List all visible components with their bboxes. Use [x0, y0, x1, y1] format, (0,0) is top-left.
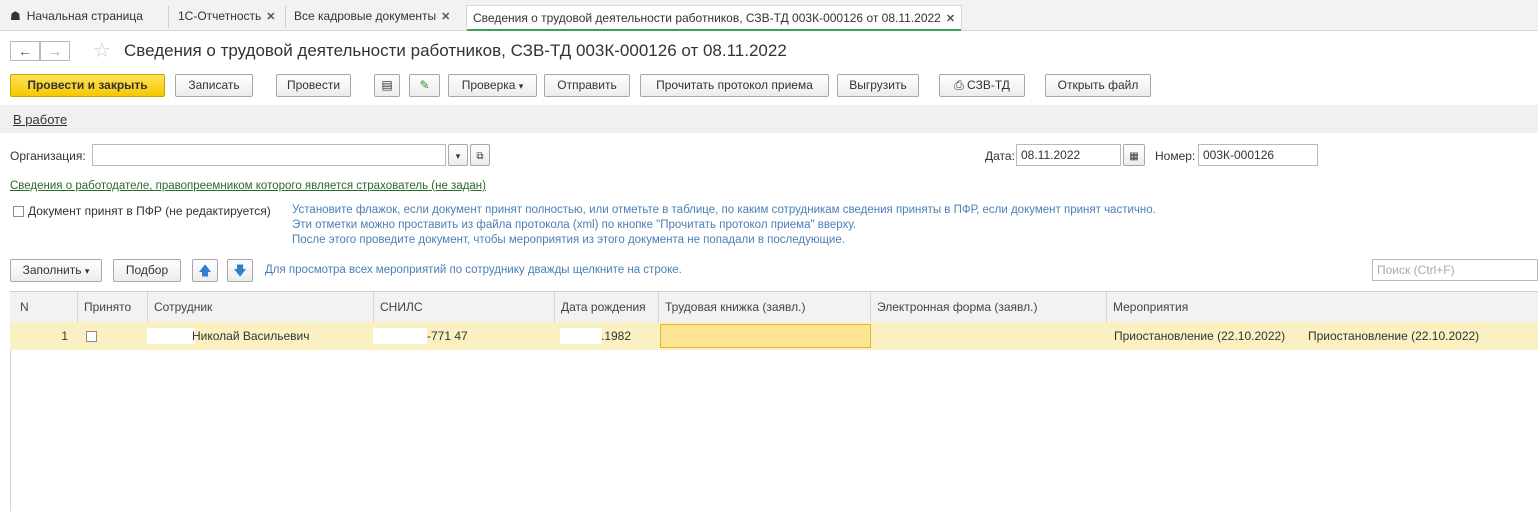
close-icon[interactable]: ✕ [946, 13, 955, 25]
printer-icon: ⎙ [954, 78, 964, 92]
check-dropdown-button[interactable]: Проверка ▾ [448, 74, 537, 97]
move-down-button[interactable]: 🡇 [227, 259, 253, 282]
table-row[interactable]: 1 Николай Васильевич -771 47 .1982 Приос… [10, 322, 1538, 350]
accepted-in-pfr-checkbox[interactable] [13, 206, 24, 217]
organization-label: Организация: [10, 149, 86, 163]
table-hint: Для просмотра всех мероприятий по сотруд… [265, 264, 682, 276]
column-header-employee[interactable]: Сотрудник [148, 292, 374, 322]
organization-dropdown-button[interactable]: ▾ [448, 144, 468, 166]
redacted-birth-date [560, 328, 602, 344]
column-header-accepted[interactable]: Принято [78, 292, 148, 322]
move-up-button[interactable]: 🡅 [192, 259, 218, 282]
row-accepted-checkbox[interactable] [86, 331, 97, 342]
employer-info-link[interactable]: Сведения о работодателе, правопреемником… [10, 180, 486, 192]
edit-button[interactable]: ✎ [409, 74, 440, 97]
arrow-down-icon: 🡇 [233, 263, 247, 278]
column-header-work-book[interactable]: Трудовая книжка (заявл.) [659, 292, 871, 322]
tab-home[interactable]: ☗ Начальная страница [10, 6, 143, 26]
hint-line-1: Установите флажок, если документ принят … [292, 204, 1156, 216]
organization-input[interactable] [92, 144, 446, 166]
column-header-electronic-form[interactable]: Электронная форма (заявл.) [871, 292, 1107, 322]
close-icon[interactable]: ✕ [266, 11, 275, 23]
chevron-down-icon: ▾ [518, 81, 524, 91]
snils-value: -771 47 [427, 329, 468, 343]
hint-line-2: Эти отметки можно проставить из файла пр… [292, 219, 857, 231]
arrow-up-icon: 🡅 [198, 263, 212, 278]
redacted-snils [373, 328, 427, 344]
print-szv-td-button[interactable]: ⎙ СЗВ-ТД [939, 74, 1025, 97]
electronic-form-cell[interactable] [871, 322, 1107, 350]
post-and-close-button[interactable]: Провести и закрыть [10, 74, 165, 97]
search-input[interactable]: Поиск (Ctrl+F) [1372, 259, 1538, 281]
accepted-in-pfr-label: Документ принят в ПФР (не редактируется) [28, 204, 271, 218]
column-header-birth-date[interactable]: Дата рождения [555, 292, 659, 322]
forward-button[interactable]: → [40, 41, 70, 61]
save-button[interactable]: Записать [175, 74, 253, 97]
arrow-left-icon: ← [18, 43, 32, 59]
redacted-surname [147, 328, 195, 344]
fill-dropdown-button[interactable]: Заполнить ▾ [10, 259, 102, 282]
tab-all-hr-documents[interactable]: Все кадровые документы ✕ [294, 6, 450, 26]
chevron-down-icon: ▾ [84, 266, 90, 276]
tab-divider [285, 6, 286, 28]
birth-date-value: .1982 [601, 329, 632, 343]
table-body [10, 350, 1538, 511]
hint-line-3: После этого проведите документ, чтобы ме… [292, 234, 845, 246]
calendar-button[interactable]: ▦ [1123, 144, 1145, 166]
event-value: Приостановление (22.10.2022) [1308, 329, 1480, 343]
tab-divider [168, 6, 169, 28]
page-title: Сведения о трудовой деятельности работни… [124, 41, 787, 60]
row-number: 1 [61, 329, 68, 343]
send-button[interactable]: Отправить [544, 74, 630, 97]
active-tab-indicator [467, 29, 962, 31]
work-book-cell[interactable] [660, 324, 871, 348]
open-link-icon: ⧉ [476, 151, 484, 162]
read-protocol-button[interactable]: Прочитать протокол приема [640, 74, 829, 97]
tab-bar: ☗ Начальная страница 1С-Отчетность ✕ Все к… [0, 0, 1538, 31]
close-icon[interactable]: ✕ [441, 11, 450, 23]
event-value: Приостановление (22.10.2022) [1114, 329, 1286, 343]
table-header: N Принято Сотрудник СНИЛС Дата рождения … [10, 291, 1538, 323]
number-input[interactable]: 003К-000126 [1198, 144, 1318, 166]
list-button[interactable]: ▤ [374, 74, 400, 97]
home-icon: ☗ [10, 9, 21, 23]
export-button[interactable]: Выгрузить [837, 74, 919, 97]
back-button[interactable]: ← [10, 41, 40, 61]
number-label: Номер: [1155, 149, 1196, 163]
organization-open-button[interactable]: ⧉ [470, 144, 490, 166]
status-bar [0, 105, 1538, 133]
select-button[interactable]: Подбор [113, 259, 181, 282]
column-header-events[interactable]: Мероприятия [1107, 292, 1538, 322]
calendar-icon: ▦ [1129, 151, 1139, 162]
document-list-icon: ▤ [381, 78, 393, 92]
favorite-star-icon[interactable]: ☆ [93, 38, 111, 63]
post-button[interactable]: Провести [276, 74, 351, 97]
date-label: Дата: [985, 149, 1015, 163]
column-header-snils[interactable]: СНИЛС [374, 292, 555, 322]
date-input[interactable]: 08.11.2022 [1016, 144, 1121, 166]
open-file-button[interactable]: Открыть файл [1045, 74, 1151, 97]
status-link[interactable]: В работе [13, 112, 67, 127]
chevron-down-icon: ▾ [455, 151, 461, 161]
employee-name: Николай Васильевич [192, 329, 310, 343]
tab-szv-td-document[interactable]: Сведения о трудовой деятельности работни… [466, 5, 963, 31]
column-header-n[interactable]: N [10, 292, 78, 322]
arrow-right-icon: → [48, 43, 62, 59]
pencil-icon: ✎ [419, 78, 430, 92]
tab-1c-reporting[interactable]: 1С-Отчетность ✕ [178, 6, 275, 26]
